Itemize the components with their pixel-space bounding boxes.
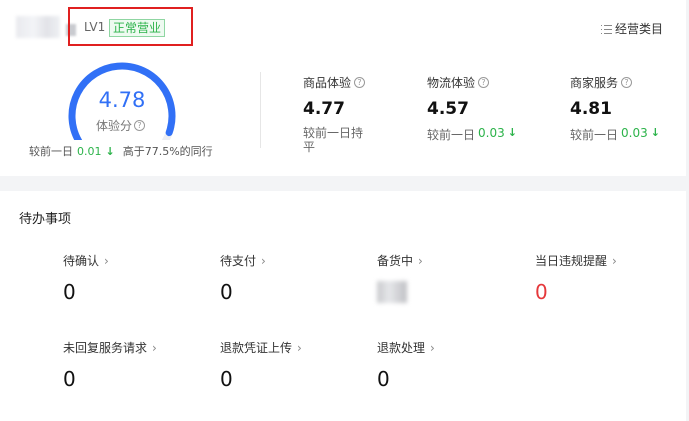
todo-section-title: 待办事项: [19, 212, 72, 227]
category-button[interactable]: 经营类目: [601, 20, 663, 37]
metric-value: 4.81: [570, 99, 612, 119]
todo-refund-processing[interactable]: 退款处理 › 0: [377, 339, 435, 392]
todo-count: 0: [220, 280, 233, 304]
chevron-right-icon: ›: [418, 253, 423, 268]
list-icon: [601, 24, 612, 34]
todo-unreplied-service[interactable]: 未回复服务请求 › 0: [63, 339, 157, 392]
score-compare-prefix: 较前一日: [29, 145, 73, 158]
todo-link[interactable]: 退款凭证上传 ›: [220, 339, 302, 356]
metric-compare-text: 较前一日持平: [303, 126, 373, 154]
score-label-group: 体验分 ?: [96, 117, 146, 134]
question-circle-icon[interactable]: ?: [354, 77, 366, 88]
score-percentile: 高于77.5%的同行: [122, 145, 213, 158]
metric-compare-value: 0.03: [621, 126, 648, 140]
metric-title: 商品体验: [303, 76, 352, 90]
todo-violation-reminder[interactable]: 当日违规提醒 › 0: [535, 252, 617, 305]
metric-compare-prefix: 较前一日: [570, 128, 619, 142]
chevron-right-icon: ›: [430, 340, 435, 355]
score-value: 4.78: [98, 88, 146, 112]
arrow-down-icon: ↓: [650, 126, 660, 139]
todo-link[interactable]: 待支付 ›: [220, 252, 266, 269]
todo-count: 0: [220, 367, 233, 391]
todo-label: 未回复服务请求: [63, 341, 148, 355]
chevron-right-icon: ›: [612, 253, 617, 268]
todo-refund-proof-upload[interactable]: 退款凭证上传 › 0: [220, 339, 302, 392]
chevron-right-icon: ›: [261, 253, 266, 268]
todo-label: 待支付: [220, 254, 257, 268]
todo-count-blurred: [377, 281, 407, 303]
metric-product-experience: 商品体验 ? 4.77 较前一日持平: [303, 74, 373, 154]
metric-compare: 较前一日持平: [303, 126, 373, 154]
arrow-down-icon: ↓: [507, 126, 517, 139]
todo-label: 当日违规提醒: [535, 254, 608, 268]
metric-compare-prefix: 较前一日: [303, 126, 352, 140]
todo-label: 退款凭证上传: [220, 341, 293, 355]
metric-title: 物流体验: [427, 76, 476, 90]
score-compare: 较前一日 0.01 ↓ 高于77.5%的同行: [29, 143, 213, 159]
score-compare-value: 0.01: [77, 144, 102, 158]
todo-stocking[interactable]: 备货中 ›: [377, 252, 423, 303]
score-label: 体验分: [96, 119, 133, 133]
todo-pending-confirm[interactable]: 待确认 › 0: [63, 252, 109, 305]
chevron-right-icon: ›: [297, 340, 302, 355]
metric-title: 商家服务: [570, 76, 619, 90]
metric-value: 4.57: [427, 99, 469, 119]
todo-label: 待确认: [63, 254, 100, 268]
question-circle-icon[interactable]: ?: [478, 77, 490, 88]
divider: [260, 72, 261, 148]
metric-compare-prefix: 较前一日: [427, 128, 476, 142]
todo-label: 退款处理: [377, 341, 426, 355]
todo-count: 0: [63, 280, 76, 304]
metric-logistics-experience: 物流体验 ? 4.57 较前一日 0.03 ↓: [427, 74, 517, 143]
todo-label: 备货中: [377, 254, 414, 268]
metric-compare: 较前一日 0.03 ↓: [427, 126, 517, 143]
chevron-right-icon: ›: [104, 253, 109, 268]
question-circle-icon[interactable]: ?: [621, 77, 633, 88]
arrow-down-icon: ↓: [105, 144, 115, 158]
todo-link[interactable]: 待确认 ›: [63, 252, 109, 269]
category-button-label: 经营类目: [615, 22, 664, 36]
metric-compare-value: 0.03: [478, 126, 505, 140]
todo-link[interactable]: 退款处理 ›: [377, 339, 435, 356]
todo-link[interactable]: 未回复服务请求 ›: [63, 339, 157, 356]
shop-name-blurred: [16, 16, 60, 38]
question-circle-icon[interactable]: ?: [134, 120, 146, 131]
todo-count: 0: [535, 280, 548, 304]
todo-pending-payment[interactable]: 待支付 › 0: [220, 252, 266, 305]
todo-link[interactable]: 备货中 ›: [377, 252, 423, 269]
todo-count: 0: [63, 367, 76, 391]
chevron-right-icon: ›: [152, 340, 157, 355]
metric-compare: 较前一日 0.03 ↓: [570, 126, 660, 143]
metric-merchant-service: 商家服务 ? 4.81 较前一日 0.03 ↓: [570, 74, 660, 143]
annotation-highlight-box: [68, 7, 193, 46]
todo-count: 0: [377, 367, 390, 391]
metric-value: 4.77: [303, 99, 345, 119]
todo-link[interactable]: 当日违规提醒 ›: [535, 252, 617, 269]
